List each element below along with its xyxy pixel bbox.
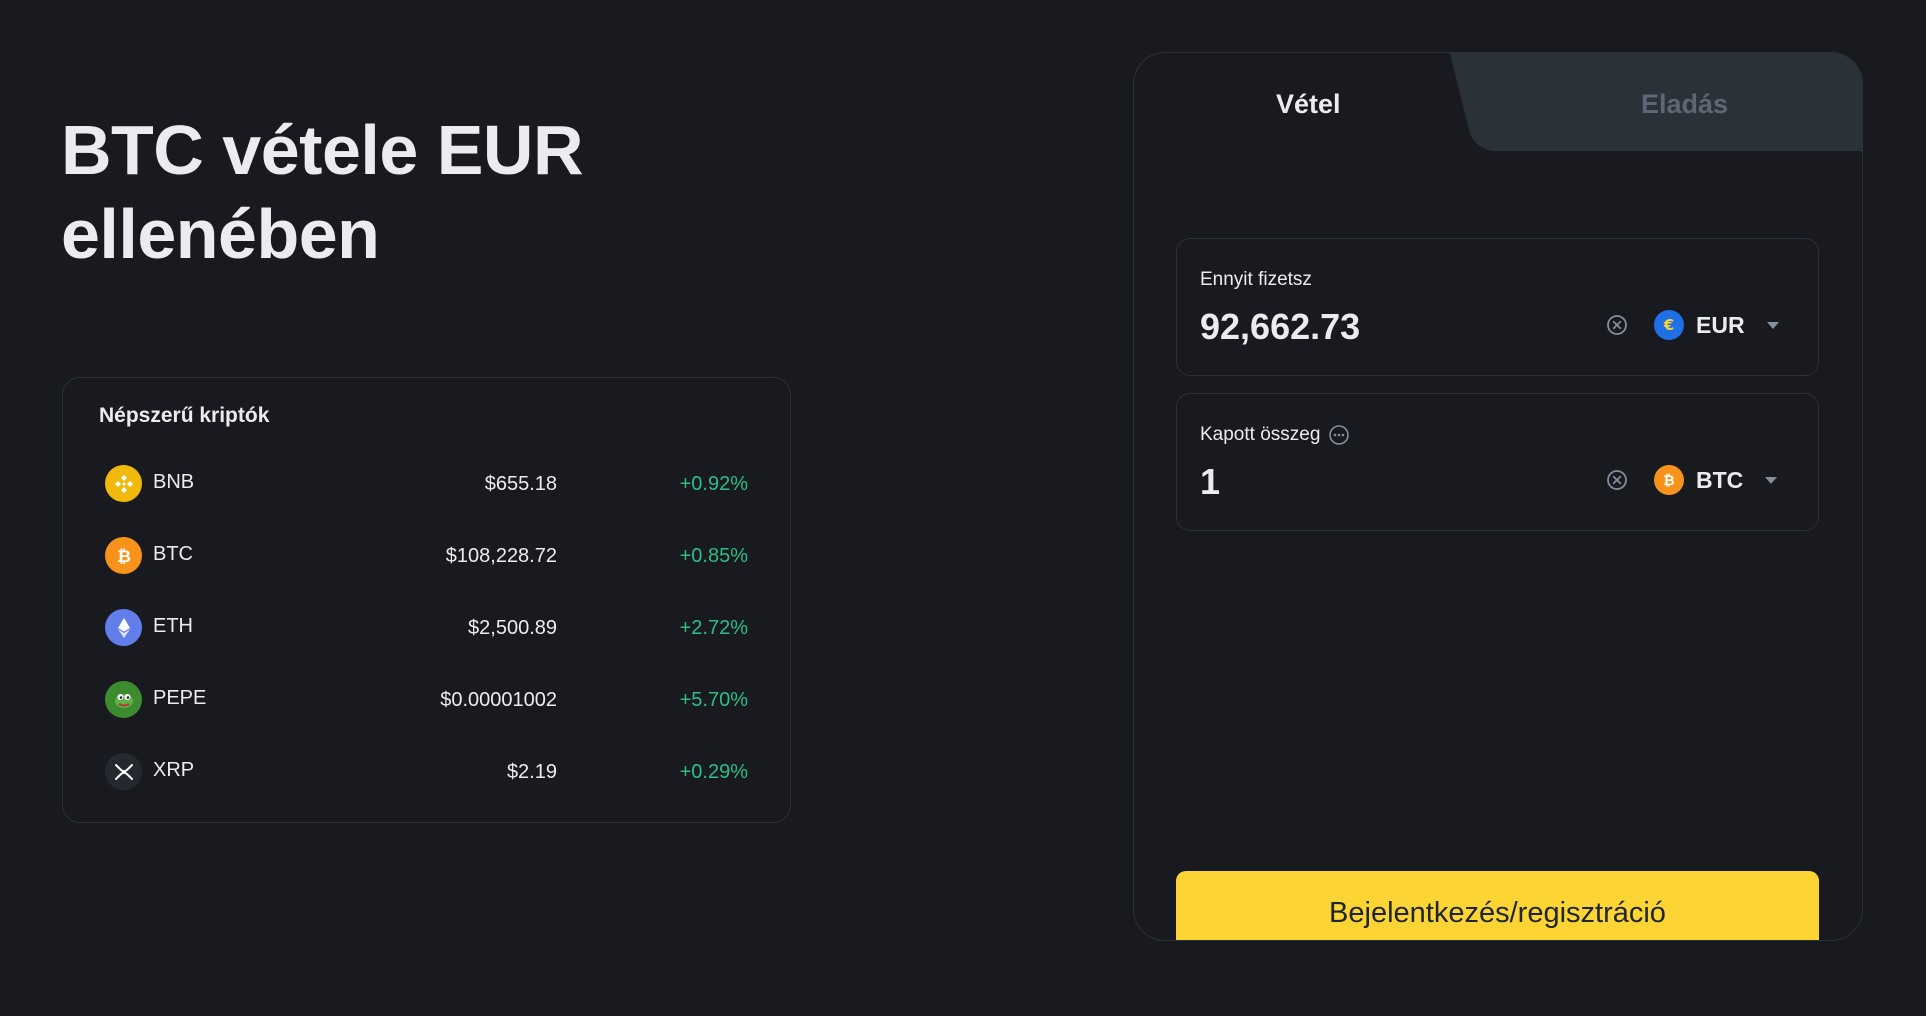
coin-row-eth[interactable]: ETH $2,500.89 +2.72% — [63, 592, 790, 664]
pay-amount-input[interactable]: 92,662.73 — [1200, 306, 1360, 348]
svg-text:₿: ₿ — [117, 547, 131, 567]
coin-price: $2.19 — [506, 761, 557, 783]
euro-icon: € — [1654, 310, 1684, 340]
coin-price: $108,228.72 — [445, 545, 557, 567]
receive-label: Kapott összeg — [1200, 424, 1350, 446]
coin-change: +2.72% — [679, 617, 748, 639]
receive-label-text: Kapott összeg — [1200, 424, 1321, 445]
page-title-line-2: ellenében — [61, 195, 380, 273]
coin-row-btc[interactable]: ₿ BTC $108,228.72 +0.85% — [63, 520, 790, 592]
login-register-button[interactable]: Bejelentkezés/regisztráció — [1176, 871, 1819, 940]
clear-icon[interactable] — [1605, 313, 1629, 337]
pay-label-text: Ennyit fizetsz — [1200, 269, 1312, 290]
chevron-down-icon — [1765, 477, 1778, 484]
receive-amount-input[interactable]: 1 — [1200, 461, 1220, 503]
coin-symbol: XRP — [153, 759, 195, 781]
trade-card: Vétel Eladás Ennyit fizetsz 92,662.73 € … — [1133, 52, 1863, 941]
coin-price: $2,500.89 — [468, 617, 557, 639]
coin-symbol: PEPE — [153, 687, 207, 709]
receive-currency-code: BTC — [1696, 466, 1744, 493]
tab-sell[interactable]: Eladás — [1641, 89, 1728, 120]
trade-form: Ennyit fizetsz 92,662.73 € EUR Kapott ös… — [1134, 151, 1862, 940]
page-title-line-1: BTC vétele EUR — [61, 111, 584, 189]
more-info-icon[interactable] — [1328, 424, 1350, 446]
coin-row-pepe[interactable]: PEPE $0.00001002 +5.70% — [63, 664, 790, 736]
tab-buy[interactable]: Vétel — [1276, 89, 1341, 120]
btc-icon: ₿ — [105, 537, 142, 574]
popular-crypto-title: Népszerű kriptók — [99, 404, 270, 427]
clear-icon[interactable] — [1605, 468, 1629, 492]
coin-symbol: ETH — [153, 615, 193, 637]
coin-row-bnb[interactable]: BNB $655.18 +0.92% — [63, 448, 790, 520]
svg-text:€: € — [1663, 316, 1674, 334]
receive-currency-select[interactable]: ₿ BTC — [1654, 462, 1779, 498]
coin-symbol: BTC — [153, 543, 193, 565]
coin-change: +0.29% — [679, 761, 748, 783]
coin-price: $655.18 — [484, 473, 557, 495]
pay-amount-field[interactable]: Ennyit fizetsz 92,662.73 € EUR — [1176, 238, 1819, 376]
receive-amount-field[interactable]: Kapott összeg 1 ₿ BTC — [1176, 393, 1819, 531]
pay-currency-select[interactable]: € EUR — [1654, 307, 1781, 343]
bnb-icon — [105, 465, 142, 502]
pepe-icon — [105, 681, 142, 718]
xrp-icon — [105, 753, 142, 790]
coin-row-xrp[interactable]: XRP $2.19 +0.29% — [63, 736, 790, 808]
btc-icon: ₿ — [1654, 465, 1684, 495]
pay-label: Ennyit fizetsz — [1200, 269, 1312, 291]
coin-change: +0.92% — [679, 473, 748, 495]
eth-icon — [105, 609, 142, 646]
page: BTC vétele EUR ellenében Népszerű kriptó… — [0, 0, 1926, 1016]
chevron-down-icon — [1766, 322, 1779, 329]
coin-price: $0.00001002 — [440, 689, 557, 711]
pay-currency-code: EUR — [1696, 311, 1745, 338]
coin-symbol: BNB — [153, 471, 195, 493]
svg-text:₿: ₿ — [1663, 473, 1674, 489]
page-title: BTC vétele EUR ellenében — [61, 108, 781, 276]
coin-change: +0.85% — [679, 545, 748, 567]
popular-crypto-card: Népszerű kriptók BNB $655.18 +0.92% ₿ BT… — [62, 377, 791, 823]
coin-change: +5.70% — [679, 689, 748, 711]
